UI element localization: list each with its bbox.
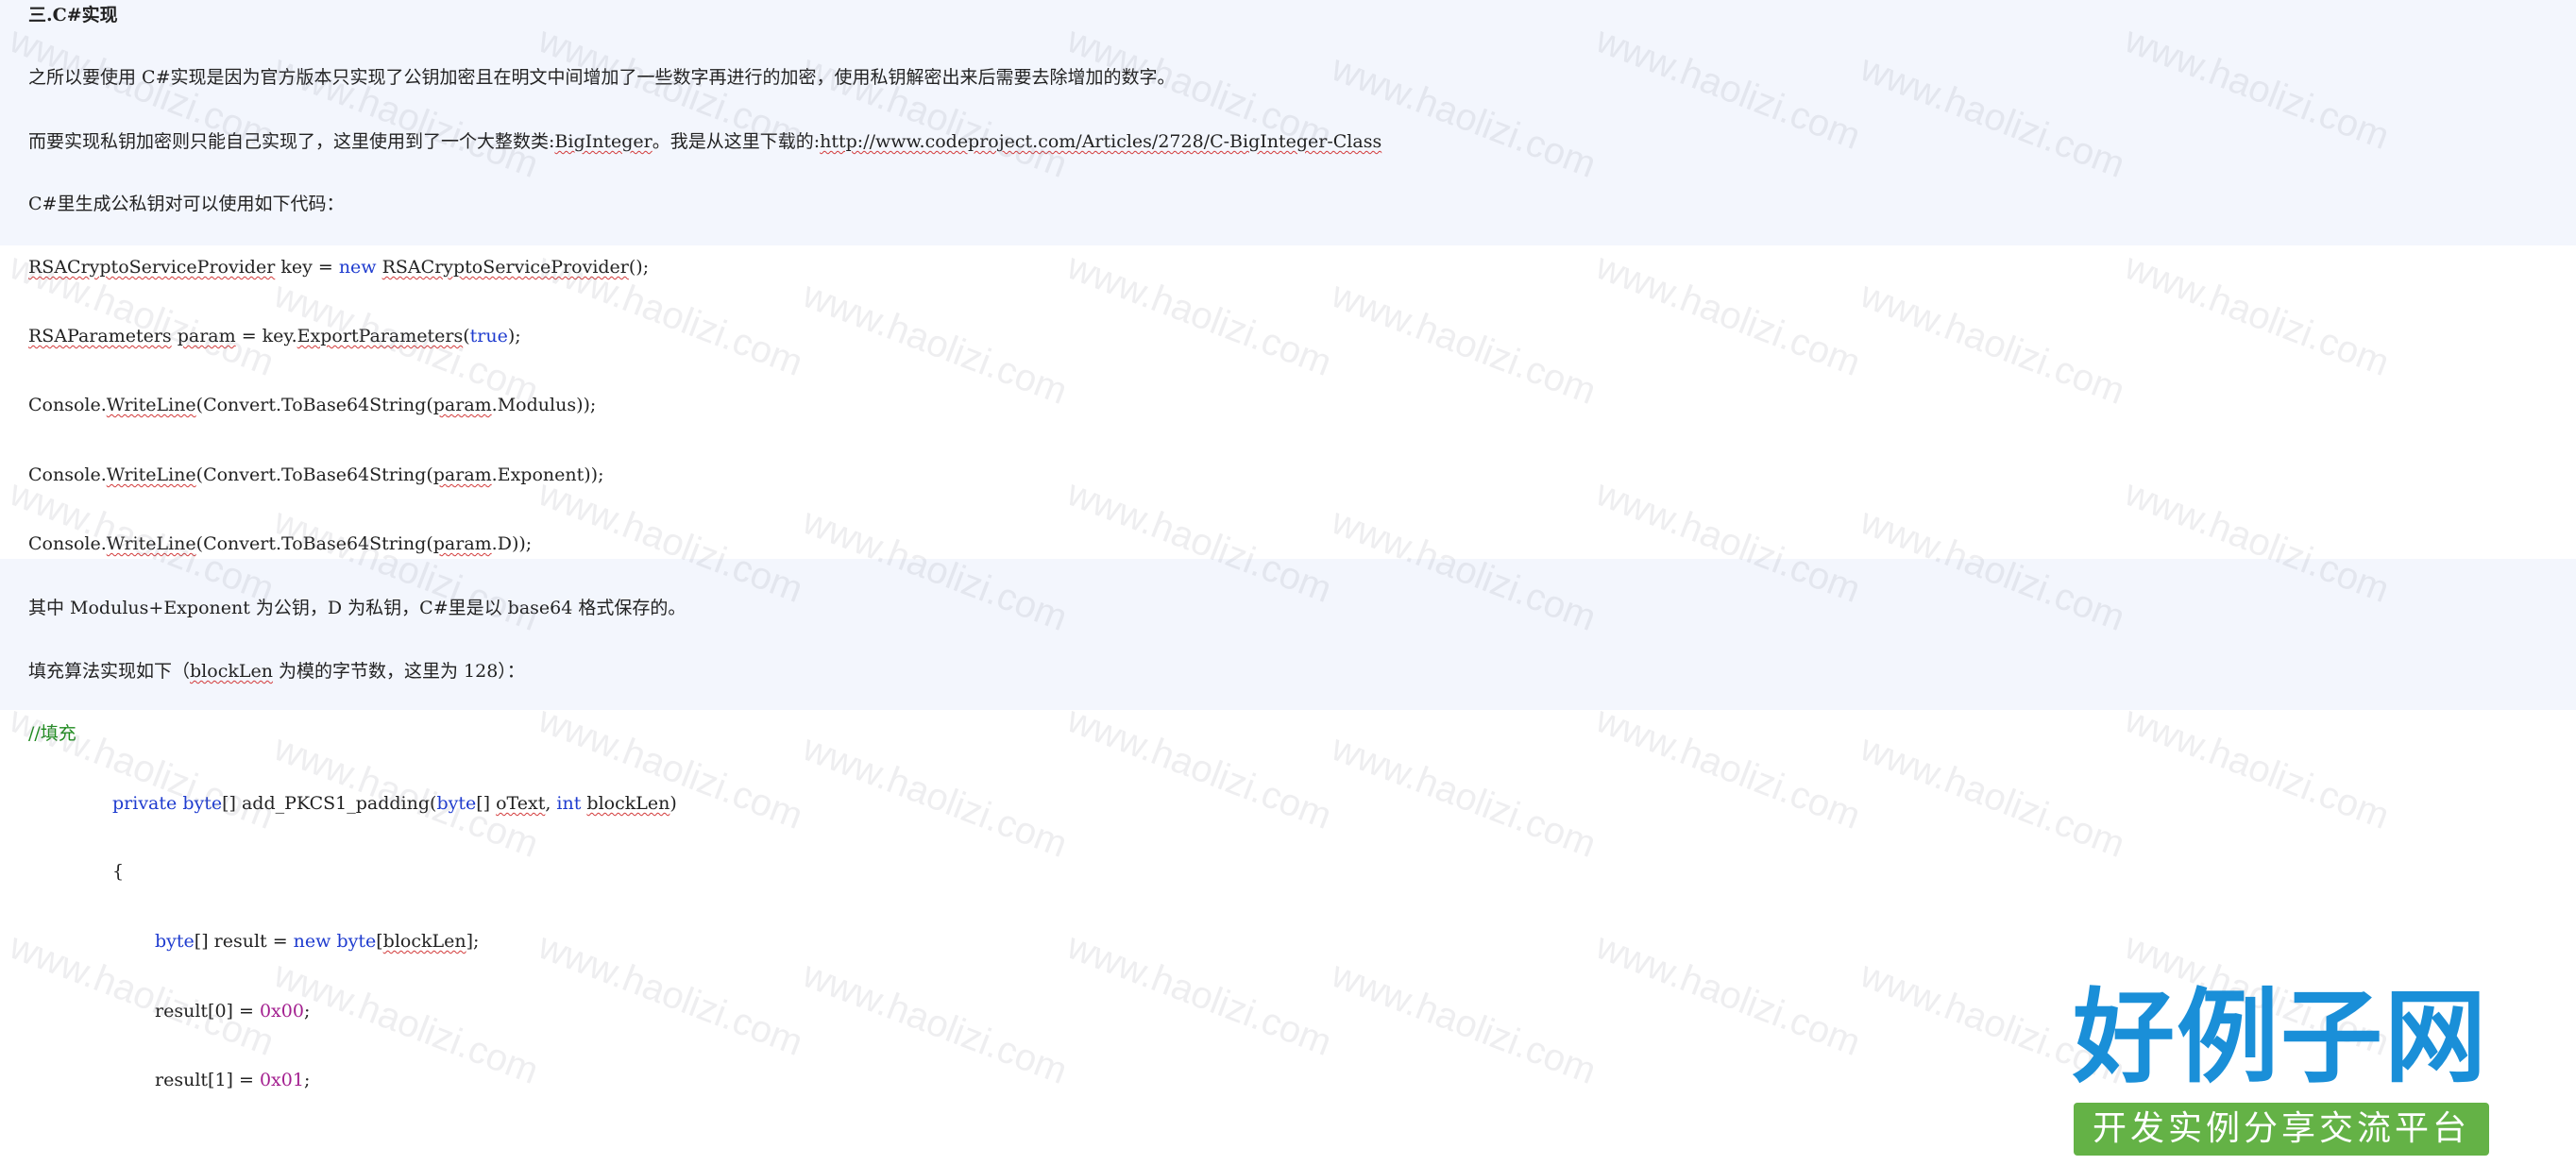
code-line: result[1] = 0x01; (155, 1069, 310, 1091)
code-token: blockLen (586, 793, 670, 814)
watermark-text: www.haolizi.com (797, 727, 1074, 867)
code-token: param (432, 464, 492, 485)
watermark-text: www.haolizi.com (533, 699, 809, 838)
code-keyword: new (338, 257, 377, 278)
code-token: RSACryptoServiceProvider (381, 257, 629, 278)
logo-main-text: 好例子网 (2072, 979, 2488, 1097)
code-token: ( (463, 326, 470, 346)
watermark-text: www.haolizi.com (1590, 699, 1867, 838)
code-keyword: private (112, 793, 178, 814)
code-token: RSAParameters (28, 326, 172, 346)
paragraph-highlight-middle (0, 559, 2576, 710)
code-token: (); (628, 257, 650, 278)
code-keyword: true (469, 326, 508, 346)
watermark-text: www.haolizi.com (797, 274, 1074, 414)
watermark-text: www.haolizi.com (4, 699, 280, 838)
code-token: (Convert.ToBase64String( (195, 395, 433, 415)
code-keyword: byte (182, 793, 223, 814)
download-paragraph: 而要实现私钥加密则只能自己实现了，这里使用到了一个大整数类:BigInteger… (28, 130, 1381, 153)
code-line: private byte[] add_PKCS1_padding(byte[] … (112, 792, 677, 815)
watermark-text: www.haolizi.com (2119, 245, 2396, 385)
code-token: oText (496, 793, 546, 814)
padding-intro-text-end: 为模的字节数，这里为 128）： (272, 661, 525, 682)
biginteger-class-name: BigInteger (554, 131, 652, 152)
code-token: WriteLine (106, 395, 196, 415)
watermark-text: www.haolizi.com (1326, 274, 1602, 414)
code-keyword: byte (436, 793, 477, 814)
download-text: 而要实现私钥加密则只能自己实现了，这里使用到了一个大整数类: (28, 131, 555, 152)
watermark-text: www.haolizi.com (533, 925, 809, 1065)
code-token: param (432, 395, 492, 415)
code-token: ; (303, 1070, 311, 1090)
code-token: [] add_PKCS1_padding( (222, 793, 437, 814)
code-line: Console.WriteLine(Convert.ToBase64String… (28, 464, 603, 486)
code-token: Console. (28, 533, 107, 554)
watermark-text: www.haolizi.com (1855, 274, 2131, 414)
section-heading: 三.C#实现 (28, 5, 118, 25)
watermark-text: www.haolizi.com (1590, 245, 1867, 385)
site-logo: 好例子网 开发实例分享交流平台 (2059, 982, 2502, 1161)
code-token: Console. (28, 395, 107, 415)
code-line: result[0] = 0x00; (155, 1000, 310, 1022)
code-line: byte[] result = new byte[blockLen]; (155, 930, 479, 953)
code-token: key = (275, 257, 339, 278)
blocklen-term: blockLen (190, 661, 273, 682)
code-keyword: byte (155, 931, 195, 952)
code-token: [] result = (194, 931, 294, 952)
code-token: Console. (28, 464, 107, 485)
logo-sub-text: 开发实例分享交流平台 (2092, 1109, 2470, 1148)
code-comment: //填充 (28, 723, 76, 744)
code-token: .D)); (491, 533, 533, 554)
watermark-text: www.haolizi.com (1326, 727, 1602, 867)
watermark-text: www.haolizi.com (1061, 925, 1338, 1065)
code-token: param (177, 326, 236, 346)
code-token: (Convert.ToBase64String( (195, 533, 433, 554)
code-number: 0x01 (259, 1070, 304, 1090)
watermark-text: www.haolizi.com (1061, 245, 1338, 385)
watermark-text: www.haolizi.com (1590, 925, 1867, 1065)
code-token: ]; (466, 931, 480, 952)
code-line: Console.WriteLine(Convert.ToBase64String… (28, 532, 532, 555)
code-line: RSACryptoServiceProvider key = new RSACr… (28, 256, 649, 279)
code-token: result[1] = (155, 1070, 260, 1090)
code-token: ) (669, 793, 677, 814)
padding-intro: 填充算法实现如下（blockLen 为模的字节数，这里为 128）： (28, 660, 525, 683)
padding-intro-text: 填充算法实现如下（ (28, 661, 191, 682)
watermark-text: www.haolizi.com (1326, 954, 1602, 1093)
code-keyword: new (293, 931, 331, 952)
watermark-text: www.haolizi.com (1061, 699, 1338, 838)
key-format-paragraph: 其中 Modulus+Exponent 为公钥，D 为私钥，C#里是以 base… (28, 598, 686, 618)
codeproject-link[interactable]: http://www.codeproject.com/Articles/2728… (820, 131, 1381, 152)
code-keyword: byte (336, 931, 377, 952)
code-token: WriteLine (106, 533, 196, 554)
code-token: .Modulus)); (491, 395, 597, 415)
paragraph-highlight-top (0, 0, 2576, 245)
code-line: Console.WriteLine(Convert.ToBase64String… (28, 394, 596, 416)
code-token: ); (507, 326, 521, 346)
code-token: RSACryptoServiceProvider (28, 257, 276, 278)
code-token: = key. (235, 326, 297, 346)
code-keyword: int (556, 793, 582, 814)
code-token: ; (303, 1001, 311, 1021)
code-token: (Convert.ToBase64String( (195, 464, 433, 485)
keygen-intro: C#里生成公私钥对可以使用如下代码： (28, 194, 345, 214)
code-line: RSAParameters param = key.ExportParamete… (28, 325, 521, 347)
watermark-text: www.haolizi.com (2119, 699, 2396, 838)
code-token: .Exponent)); (491, 464, 604, 485)
code-brace: { (112, 861, 125, 882)
watermark-text: www.haolizi.com (797, 954, 1074, 1093)
code-token: blockLen (382, 931, 466, 952)
code-token: ExportParameters (297, 326, 464, 346)
download-text-mid: 。我是从这里下载的: (652, 131, 821, 152)
code-token: [] (476, 793, 497, 814)
code-token: , (545, 793, 557, 814)
watermark-text: www.haolizi.com (1855, 727, 2131, 867)
intro-paragraph: 之所以要使用 C#实现是因为官方版本只实现了公钥加密且在明文中间增加了一些数字再… (28, 67, 1176, 88)
code-token: [ (376, 931, 383, 952)
code-token: result[0] = (155, 1001, 260, 1021)
code-number: 0x00 (259, 1001, 304, 1021)
code-token: param (432, 533, 492, 554)
code-token: WriteLine (106, 464, 196, 485)
